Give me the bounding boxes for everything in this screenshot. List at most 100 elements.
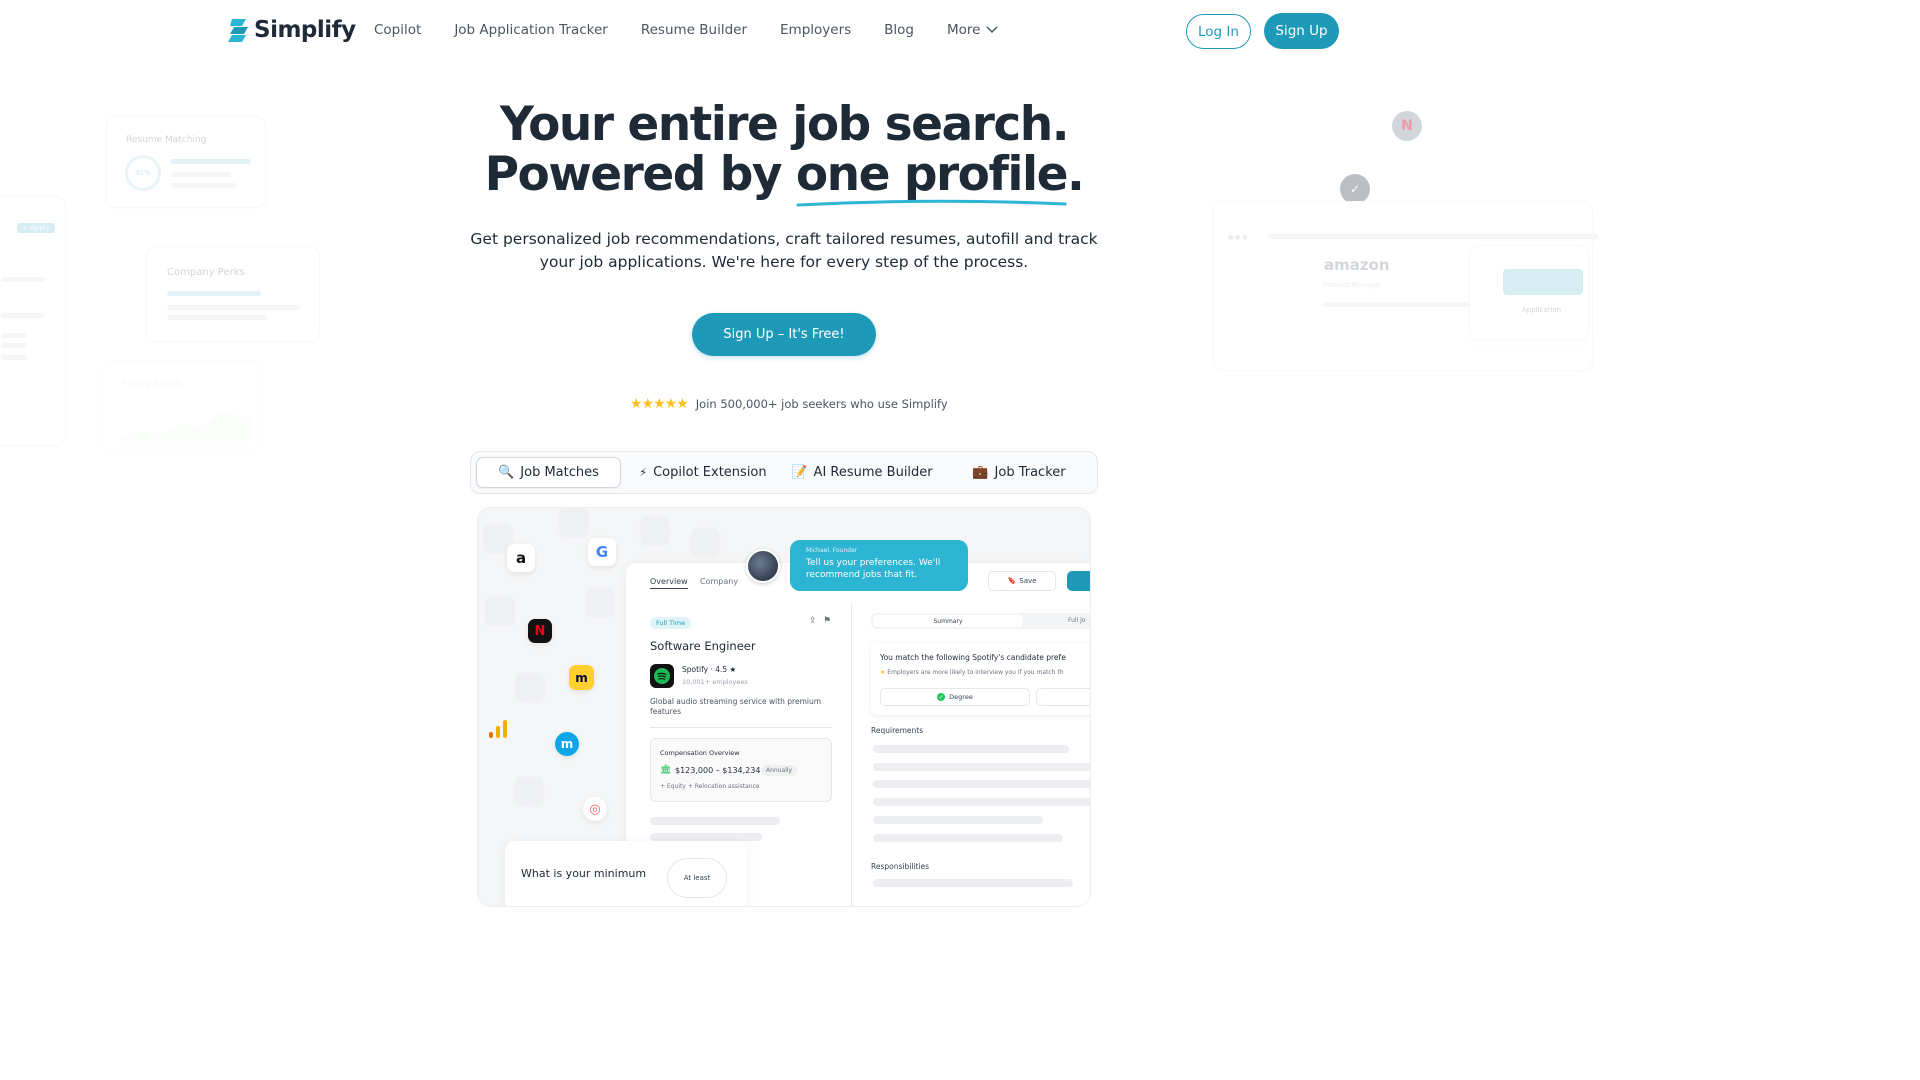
apply-button[interactable] — [1067, 571, 1090, 591]
chat-sender: Michael, Founder — [806, 547, 858, 554]
placeholder-bar — [873, 763, 1090, 771]
decor-apply-card: + Apply — [0, 196, 66, 446]
chat-message: Tell us your preferences. We'll recommen… — [806, 558, 941, 580]
flag-icon[interactable]: ⚑ — [823, 616, 831, 626]
tab-job-tracker[interactable]: 💼 Job Tracker — [967, 457, 1071, 488]
at-least-label: At least — [683, 874, 711, 882]
decor-browser-card: ● ● ● amazon Product Manager Application — [1213, 201, 1598, 371]
search-icon: 🔍 — [498, 465, 515, 480]
founder-avatar — [746, 549, 780, 583]
responsibilities-heading: Responsibilities — [871, 862, 930, 871]
requirements-heading: Requirements — [871, 726, 924, 735]
lightning-icon: ⚡ — [639, 466, 648, 479]
placeholder-bar — [873, 745, 1069, 753]
memo-icon: 📝 — [791, 465, 808, 480]
decor-match-pct: 92% — [135, 169, 151, 177]
logo-text: Simplify — [254, 17, 356, 43]
nav-link-copilot[interactable]: Copilot — [374, 22, 421, 38]
decor-application-card: Application — [1469, 245, 1589, 340]
decor-bar — [167, 305, 301, 310]
decor-left: Resume Matching 92% + Apply Company Perk… — [0, 110, 330, 450]
summary-tabs: Summary Full Jo — [871, 613, 1090, 629]
nav-more-label: More — [947, 22, 981, 38]
placeholder-bar — [873, 780, 1090, 788]
tab-label: AI Resume Builder — [813, 465, 933, 480]
simplify-logo[interactable]: Simplify — [228, 16, 356, 44]
placeholder-bar — [873, 816, 1043, 824]
tab-copilot-extension[interactable]: ⚡ Copilot Extension — [637, 457, 769, 488]
decor-bar — [1, 313, 45, 318]
netflix-logo-icon: N — [528, 619, 552, 643]
tab-label: Job Tracker — [994, 465, 1066, 480]
company-description: Global audio streaming service with prem… — [650, 697, 822, 716]
decor-bar — [1, 355, 27, 360]
signup-button[interactable]: Sign Up — [1264, 13, 1339, 49]
decor-browser-dots: ● ● ● — [1228, 234, 1248, 241]
nav-link-job-application-tracker[interactable]: Job Application Tracker — [454, 22, 608, 38]
mismatch-chip — [1036, 688, 1090, 706]
decor-resume-matching-label: Resume Matching — [126, 135, 207, 145]
nav-links: Copilot Job Application Tracker Resume B… — [374, 22, 998, 38]
degree-chip: ✓ Degree — [880, 688, 1030, 706]
ghost-tile — [560, 508, 588, 536]
amazon-logo-icon: a — [507, 544, 535, 572]
decor-bar — [171, 172, 231, 177]
hero-title-highlight: one profile — [796, 150, 1069, 207]
ghost-tile — [641, 516, 669, 544]
save-button[interactable]: 🔖 Save — [988, 571, 1056, 591]
share-icon[interactable]: ⇪ — [809, 616, 817, 626]
decor-application-label: Application — [1522, 306, 1562, 314]
compensation-title: Compensation Overview — [660, 749, 740, 757]
decor-amazon-label: amazon — [1324, 256, 1390, 274]
decor-bar — [1, 333, 27, 338]
job-title: Software Engineer — [650, 639, 756, 653]
decor-product-manager-label: Product Manager — [1323, 281, 1383, 289]
benefits-text: + Equity + Relocation assistance — [660, 783, 760, 790]
airbnb-logo-icon: ◎ — [583, 797, 607, 821]
feature-tabs: 🔍 Job Matches ⚡ Copilot Extension 📝 AI R… — [470, 451, 1098, 494]
decor-bar — [171, 183, 237, 188]
signup-cta-button[interactable]: Sign Up – It's Free! — [692, 313, 876, 356]
degree-label: Degree — [949, 693, 973, 701]
hero-title: Your entire job search. Powered by one p… — [384, 100, 1184, 207]
job-badge: Full Time — [650, 617, 692, 629]
tab-job-matches[interactable]: 🔍 Job Matches — [476, 457, 621, 488]
underline-swoosh-icon — [796, 199, 1067, 207]
nav-link-employers[interactable]: Employers — [780, 22, 851, 38]
placeholder-bar — [873, 834, 1063, 842]
tab-ai-resume-builder[interactable]: 📝 AI Resume Builder — [791, 457, 933, 488]
salary-range: $123,000 – $134,234 — [675, 766, 761, 775]
miro-logo-icon: m — [569, 665, 594, 690]
decor-company-perks-card: Company Perks — [146, 246, 320, 342]
tab-full-job[interactable]: Full Jo — [1068, 617, 1086, 624]
monday-logo-icon: m — [555, 732, 579, 756]
nike-logo-icon: ✓ — [1340, 174, 1370, 204]
top-navigation: Simplify Copilot Job Application Tracker… — [0, 0, 1568, 62]
match-subtitle-text: Employers are more likely to interview y… — [887, 669, 1064, 676]
social-proof: ★★★★★ Join 500,000+ job seekers who use … — [630, 396, 948, 412]
decor-application-bar — [1503, 269, 1583, 295]
ghost-tile — [486, 596, 514, 624]
tab-overview[interactable]: Overview — [650, 577, 688, 589]
compensation-card: Compensation Overview 🏛 $123,000 – $134,… — [650, 738, 832, 802]
rating-stars-icon: ★★★★★ — [630, 396, 689, 412]
decor-hiring-trends-label: Hiring Trends — [123, 379, 183, 389]
simplify-logo-icon — [228, 19, 248, 42]
nav-link-resume-builder[interactable]: Resume Builder — [641, 22, 747, 38]
decor-resume-matching-card: Resume Matching 92% — [106, 116, 266, 208]
decor-company-perks-label: Company Perks — [167, 267, 245, 278]
nav-link-more[interactable]: More — [947, 22, 998, 38]
nav-link-blog[interactable]: Blog — [884, 22, 914, 38]
placeholder-bar — [873, 879, 1073, 887]
social-proof-text: Join 500,000+ job seekers who use Simpli… — [695, 397, 948, 411]
decor-bar — [1, 277, 45, 282]
hero-subtitle: Get personalized job recommendations, cr… — [470, 230, 1098, 271]
bank-icon: 🏛 — [660, 765, 672, 775]
job-matches-preview: a G N m m ◎ Overview Company Full Time ⇪… — [477, 507, 1091, 907]
minimum-question: What is your minimum — [521, 867, 647, 880]
tab-summary[interactable]: Summary — [873, 615, 1023, 627]
at-least-pill[interactable]: At least — [667, 858, 727, 898]
tab-company[interactable]: Company — [700, 577, 738, 586]
netflix-logo-icon: N — [1392, 111, 1422, 141]
login-button[interactable]: Log In — [1186, 14, 1251, 49]
